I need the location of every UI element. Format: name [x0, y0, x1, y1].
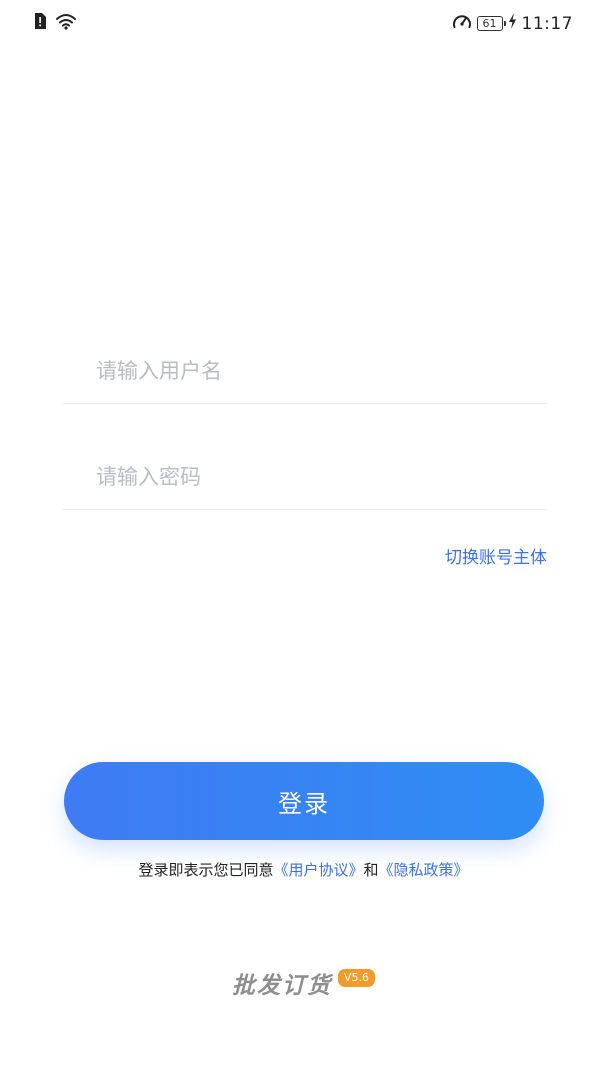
password-field — [63, 446, 547, 510]
privacy-policy-link[interactable]: 《隐私政策》 — [379, 861, 469, 879]
username-input[interactable] — [96, 359, 516, 383]
battery-icon: 61 — [476, 16, 506, 31]
status-left — [33, 12, 77, 34]
agreement-prefix: 登录即表示您已同意 — [138, 861, 274, 879]
password-input[interactable] — [96, 465, 516, 489]
charging-icon — [508, 13, 517, 34]
user-agreement-link[interactable]: 《用户协议》 — [273, 861, 363, 879]
status-bar: 61 11:17 — [0, 0, 607, 44]
status-right: 61 11:17 — [452, 12, 574, 35]
login-button[interactable]: 登录 — [64, 762, 544, 840]
agreement-text: 登录即表示您已同意《用户协议》和《隐私政策》 — [0, 859, 607, 880]
agreement-and: 和 — [363, 861, 379, 879]
speedometer-icon — [452, 12, 472, 35]
wifi-icon — [55, 12, 77, 34]
switch-account-link[interactable]: 切换账号主体 — [445, 543, 547, 568]
username-field — [63, 340, 547, 404]
clock: 11:17 — [521, 13, 573, 34]
version-badge: V5.6 — [337, 969, 376, 987]
battery-level: 61 — [482, 17, 497, 30]
brand: 批发订货 V5.6 — [0, 966, 607, 1000]
sim-card-icon — [33, 12, 47, 34]
brand-name: 批发订货 — [231, 973, 332, 999]
